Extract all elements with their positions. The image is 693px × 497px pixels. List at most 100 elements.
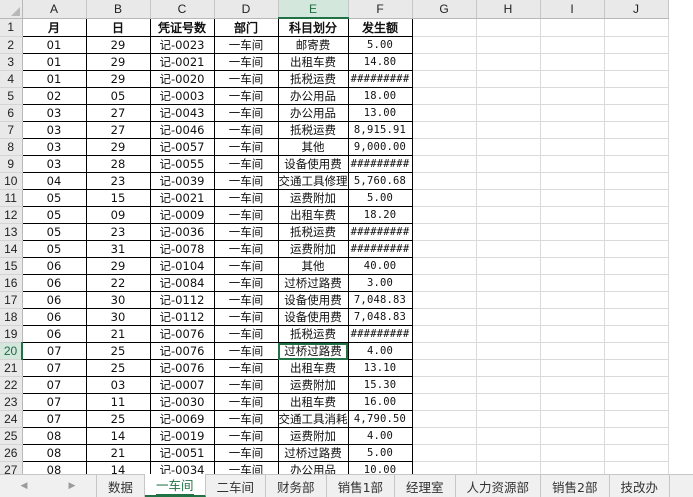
cell-voucher[interactable]: 记-0003 bbox=[150, 87, 215, 105]
cell-month[interactable]: 08 bbox=[21, 427, 87, 445]
row-header[interactable]: 2 bbox=[0, 36, 23, 54]
cell-amount[interactable]: 4,790.50 bbox=[348, 410, 413, 428]
cell-amount[interactable]: 5,760.68 bbox=[348, 172, 413, 190]
empty-cell[interactable] bbox=[540, 53, 605, 71]
empty-cell[interactable] bbox=[604, 257, 669, 275]
scroll-left-icon[interactable]: ◀ bbox=[21, 481, 28, 491]
cell-dept[interactable]: 一车间 bbox=[214, 223, 279, 241]
empty-cell[interactable] bbox=[604, 223, 669, 241]
empty-cell[interactable] bbox=[476, 376, 541, 394]
empty-cell[interactable] bbox=[476, 138, 541, 156]
column-header-h[interactable]: H bbox=[476, 0, 541, 19]
cell-voucher[interactable]: 记-0030 bbox=[150, 393, 215, 411]
empty-cell[interactable] bbox=[604, 18, 669, 37]
empty-cell[interactable] bbox=[476, 206, 541, 224]
cell-month[interactable]: 06 bbox=[21, 274, 87, 292]
cell-day[interactable]: 25 bbox=[86, 359, 151, 377]
row-header[interactable]: 15 bbox=[0, 257, 23, 275]
empty-cell[interactable] bbox=[476, 274, 541, 292]
row-header[interactable]: 13 bbox=[0, 223, 23, 241]
cell-dept[interactable]: 一车间 bbox=[214, 257, 279, 275]
row-header[interactable]: 5 bbox=[0, 87, 23, 105]
empty-cell[interactable] bbox=[604, 172, 669, 190]
empty-cell[interactable] bbox=[540, 223, 605, 241]
cell-month[interactable]: 06 bbox=[21, 325, 87, 343]
empty-cell[interactable] bbox=[476, 410, 541, 428]
cell-dept[interactable]: 一车间 bbox=[214, 325, 279, 343]
empty-cell[interactable] bbox=[540, 206, 605, 224]
empty-cell[interactable] bbox=[540, 359, 605, 377]
column-header-b[interactable]: B bbox=[86, 0, 151, 19]
empty-cell[interactable] bbox=[540, 36, 605, 54]
cell-voucher[interactable]: 记-0036 bbox=[150, 223, 215, 241]
cell-dept[interactable]: 一车间 bbox=[214, 36, 279, 54]
cell-voucher[interactable]: 记-0076 bbox=[150, 342, 215, 360]
empty-cell[interactable] bbox=[604, 393, 669, 411]
cell-subject[interactable]: 交通工具消耗 bbox=[278, 410, 349, 428]
empty-cell[interactable] bbox=[412, 18, 477, 37]
cell-amount[interactable]: ######### bbox=[348, 240, 413, 258]
empty-cell[interactable] bbox=[476, 308, 541, 326]
cell-amount[interactable]: 13.10 bbox=[348, 359, 413, 377]
empty-cell[interactable] bbox=[540, 172, 605, 190]
empty-cell[interactable] bbox=[412, 376, 477, 394]
cell-subject[interactable]: 出租车费 bbox=[278, 359, 349, 377]
cell-amount[interactable]: 16.00 bbox=[348, 393, 413, 411]
empty-cell[interactable] bbox=[604, 325, 669, 343]
sheet-tab[interactable]: 销售2部 bbox=[541, 475, 610, 497]
cell-amount[interactable]: 4.00 bbox=[348, 427, 413, 445]
sheet-tab[interactable]: 一车间 bbox=[145, 474, 206, 497]
cell-month[interactable]: 01 bbox=[21, 36, 87, 54]
cell-dept[interactable]: 一车间 bbox=[214, 308, 279, 326]
empty-cell[interactable] bbox=[412, 444, 477, 462]
row-header[interactable]: 9 bbox=[0, 155, 23, 173]
empty-cell[interactable] bbox=[540, 376, 605, 394]
row-header[interactable]: 24 bbox=[0, 410, 23, 428]
cell-amount[interactable]: 14.80 bbox=[348, 53, 413, 71]
empty-cell[interactable] bbox=[412, 155, 477, 173]
cell-subject[interactable]: 办公用品 bbox=[278, 87, 349, 105]
column-header-c[interactable]: C bbox=[150, 0, 215, 19]
empty-cell[interactable] bbox=[412, 206, 477, 224]
cell-subject[interactable]: 抵税运费 bbox=[278, 70, 349, 88]
cell-month[interactable]: 06 bbox=[21, 308, 87, 326]
empty-cell[interactable] bbox=[540, 444, 605, 462]
cell-voucher[interactable]: 记-0057 bbox=[150, 138, 215, 156]
cell-day[interactable]: 15 bbox=[86, 189, 151, 207]
spreadsheet-grid[interactable]: A B C D E F G H I J 1 月 日 凭证号数 部门 科目划分 发… bbox=[0, 0, 693, 474]
empty-cell[interactable] bbox=[604, 240, 669, 258]
cell-dept[interactable]: 一车间 bbox=[214, 240, 279, 258]
empty-cell[interactable] bbox=[476, 155, 541, 173]
cell-month[interactable]: 07 bbox=[21, 359, 87, 377]
cell-dept[interactable]: 一车间 bbox=[214, 121, 279, 139]
empty-cell[interactable] bbox=[476, 172, 541, 190]
cell-dept[interactable]: 一车间 bbox=[214, 172, 279, 190]
row-header[interactable]: 26 bbox=[0, 444, 23, 462]
cell-voucher[interactable]: 记-0076 bbox=[150, 359, 215, 377]
cell-voucher[interactable]: 记-0078 bbox=[150, 240, 215, 258]
cell-day[interactable]: 27 bbox=[86, 104, 151, 122]
cell-voucher[interactable]: 记-0069 bbox=[150, 410, 215, 428]
row-header[interactable]: 18 bbox=[0, 308, 23, 326]
empty-cell[interactable] bbox=[540, 427, 605, 445]
empty-cell[interactable] bbox=[540, 308, 605, 326]
cell-subject[interactable]: 办公用品 bbox=[278, 104, 349, 122]
cell-day[interactable]: 29 bbox=[86, 70, 151, 88]
cell-voucher[interactable]: 记-0112 bbox=[150, 308, 215, 326]
row-header[interactable]: 27 bbox=[0, 461, 23, 474]
cell-month[interactable]: 06 bbox=[21, 257, 87, 275]
empty-cell[interactable] bbox=[476, 461, 541, 474]
sheet-tab[interactable]: 销售1部 bbox=[327, 475, 396, 497]
cell-amount[interactable]: ######### bbox=[348, 325, 413, 343]
empty-cell[interactable] bbox=[604, 291, 669, 309]
cell-month[interactable]: 06 bbox=[21, 291, 87, 309]
column-header-g[interactable]: G bbox=[412, 0, 477, 19]
cell-voucher[interactable]: 记-0020 bbox=[150, 70, 215, 88]
cell-dept[interactable]: 一车间 bbox=[214, 274, 279, 292]
empty-cell[interactable] bbox=[476, 70, 541, 88]
empty-cell[interactable] bbox=[604, 121, 669, 139]
cell-day[interactable]: 31 bbox=[86, 240, 151, 258]
cell-day[interactable]: 11 bbox=[86, 393, 151, 411]
empty-cell[interactable] bbox=[412, 308, 477, 326]
cell-subject[interactable]: 设备使用费 bbox=[278, 308, 349, 326]
